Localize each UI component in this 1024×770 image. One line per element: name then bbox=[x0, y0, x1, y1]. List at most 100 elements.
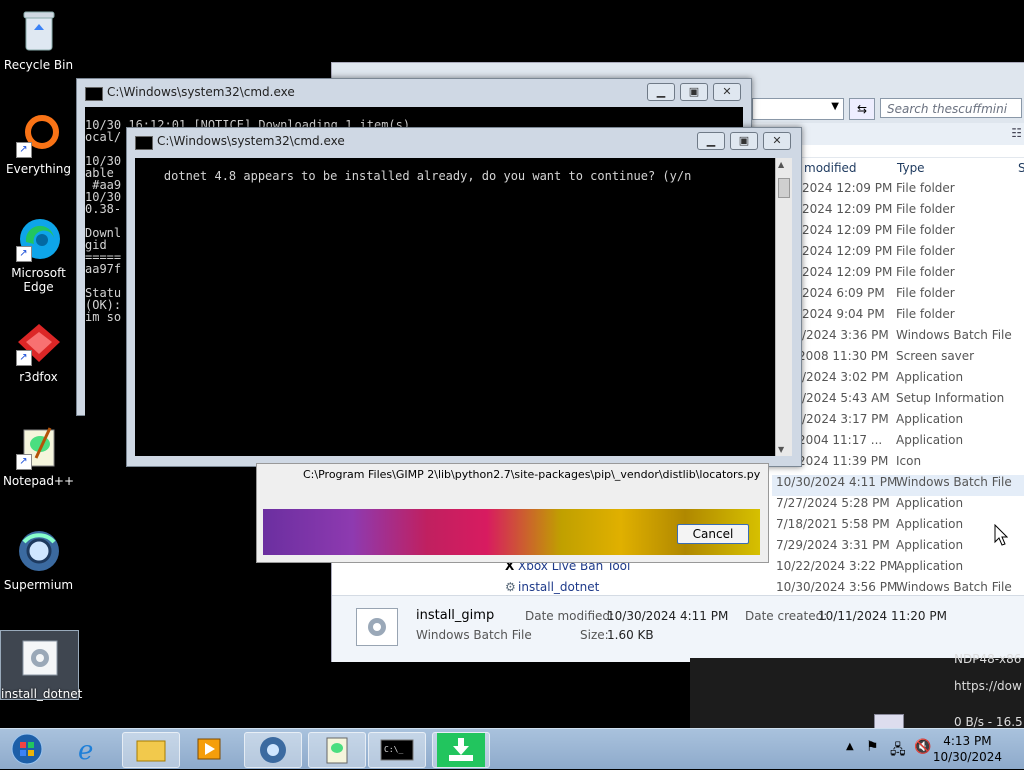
action-center-flag-icon[interactable]: ⚑ bbox=[866, 739, 879, 755]
desktop-icon-everything[interactable]: ↗ Everything bbox=[0, 112, 77, 176]
table-row[interactable]: 2024 12:09 PM File folder bbox=[772, 202, 1024, 223]
table-row[interactable]: 2024 6:09 PM File folder bbox=[772, 286, 1024, 307]
start-button[interactable] bbox=[2, 732, 52, 766]
file-name-install-dotnet[interactable]: install_dotnet bbox=[518, 580, 599, 594]
taskbar-media-player[interactable] bbox=[182, 732, 238, 766]
table-row[interactable]: /2004 11:17 ... Application bbox=[772, 433, 1024, 454]
row-type: Application bbox=[896, 370, 964, 384]
desktop-icon-label: Notepad++ bbox=[2, 474, 75, 488]
scroll-up-arrow-icon[interactable]: ▲ bbox=[778, 160, 784, 169]
desktop-icon-recycle-bin[interactable]: Recycle Bin bbox=[0, 8, 77, 72]
minimize-button[interactable]: ▁ bbox=[697, 132, 725, 150]
table-row[interactable]: 2024 12:09 PM File folder bbox=[772, 265, 1024, 286]
scroll-down-arrow-icon[interactable]: ▼ bbox=[778, 445, 784, 454]
details-modified-label: Date modified: bbox=[525, 609, 615, 623]
install-current-file: C:\Program Files\GIMP 2\lib\python2.7\si… bbox=[303, 468, 761, 481]
row-date-modified: /2024 3:36 PM bbox=[802, 328, 889, 342]
chevron-down-icon[interactable]: ▼ bbox=[831, 101, 839, 112]
desktop-icon-label: Recycle Bin bbox=[3, 58, 74, 72]
notepad-plus-plus-icon bbox=[326, 737, 348, 764]
maximize-button[interactable]: ▣ bbox=[680, 83, 708, 101]
taskbar-file-explorer[interactable] bbox=[122, 732, 180, 768]
gimp-installer-window[interactable]: C:\Program Files\GIMP 2\lib\python2.7\si… bbox=[256, 463, 769, 563]
cmd-window-front[interactable]: C:\Windows\system32\cmd.exe ▁ ▣ ✕ dotnet… bbox=[126, 127, 802, 467]
close-button[interactable]: ✕ bbox=[763, 132, 791, 150]
window-title: C:\Windows\system32\cmd.exe bbox=[107, 85, 295, 99]
table-row[interactable]: 7/27/2024 5:28 PM Application bbox=[772, 496, 1024, 517]
svg-text:e: e bbox=[78, 736, 93, 766]
console-output[interactable]: dotnet 4.8 appears to be installed alrea… bbox=[135, 158, 775, 456]
row-type: Windows Batch File bbox=[896, 580, 1012, 594]
row-type: File folder bbox=[896, 223, 955, 237]
row-date-modified: 2024 6:09 PM bbox=[802, 286, 885, 300]
start-orb-icon bbox=[11, 733, 43, 765]
table-row[interactable]: /2024 11:39 PM Icon bbox=[772, 454, 1024, 475]
row-type: Screen saver bbox=[896, 349, 975, 363]
table-row[interactable]: /2024 5:43 AM Setup Information bbox=[772, 391, 1024, 412]
r3dfox-icon: ↗ bbox=[15, 320, 62, 366]
row-type: Windows Batch File bbox=[896, 328, 1012, 342]
table-row[interactable]: 2024 9:04 PM File folder bbox=[772, 307, 1024, 328]
desktop-icon-r3dfox[interactable]: ↗ r3dfox bbox=[0, 320, 77, 384]
taskbar-installer[interactable] bbox=[432, 732, 490, 768]
column-header-type[interactable]: Type bbox=[897, 161, 925, 175]
details-created-value: 10/11/2024 11:20 PM bbox=[818, 609, 947, 623]
table-row[interactable]: 10/30/2024 4:11 PM Windows Batch File bbox=[772, 475, 1024, 496]
row-type: Application bbox=[896, 496, 964, 510]
system-clock[interactable]: 4:13 PM 10/30/2024 bbox=[933, 733, 1002, 765]
volume-muted-icon[interactable]: 🔇 bbox=[914, 739, 931, 755]
taskbar-supermium[interactable] bbox=[244, 732, 302, 768]
table-row[interactable]: /2008 11:30 PM Screen saver bbox=[772, 349, 1024, 370]
desktop-icon-supermium[interactable]: Supermium bbox=[0, 528, 77, 592]
row-type: File folder bbox=[896, 286, 955, 300]
table-row[interactable]: /2024 3:02 PM Application bbox=[772, 370, 1024, 391]
search-input[interactable]: Search thescuffmini (E:) bbox=[880, 98, 1022, 136]
taskbar-internet-explorer[interactable]: e bbox=[62, 732, 118, 766]
table-row[interactable]: /2024 3:17 PM Application bbox=[772, 412, 1024, 433]
table-row[interactable]: 2024 12:09 PM File folder bbox=[772, 244, 1024, 265]
desktop-icon-install-dotnet[interactable]: install_dotnet bbox=[0, 630, 82, 701]
table-row[interactable]: 7/29/2024 3:31 PM Application bbox=[772, 538, 1024, 559]
taskbar-cmd[interactable]: C:\_ bbox=[368, 732, 426, 768]
table-row[interactable]: 7/18/2021 5:58 PM Application bbox=[772, 517, 1024, 538]
cmd-icon: C:\_ bbox=[380, 739, 414, 761]
table-row[interactable]: 10/22/2024 3:22 PM Application bbox=[772, 559, 1024, 580]
show-hidden-icons-arrow-icon[interactable]: ▲ bbox=[846, 741, 854, 752]
vertical-scrollbar[interactable]: ▲ ▼ bbox=[775, 158, 792, 456]
row-type: Windows Batch File bbox=[896, 475, 1012, 489]
row-date-modified: 2024 12:09 PM bbox=[802, 181, 893, 195]
view-options-icon[interactable]: ☷ bbox=[1011, 126, 1022, 140]
cancel-button[interactable]: Cancel bbox=[677, 524, 749, 544]
column-header-modified[interactable]: modified bbox=[804, 161, 857, 175]
column-header-size[interactable]: Si bbox=[1018, 161, 1024, 175]
desktop-icon-label: Supermium bbox=[3, 578, 74, 592]
minimize-button[interactable]: ▁ bbox=[647, 83, 675, 101]
table-row[interactable]: /2024 3:36 PM Windows Batch File bbox=[772, 328, 1024, 349]
table-row[interactable]: 2024 12:09 PM File folder bbox=[772, 223, 1024, 244]
file-explorer-icon bbox=[136, 740, 166, 762]
shortcut-arrow-icon: ↗ bbox=[15, 246, 32, 262]
details-pane: install_gimp Windows Batch File Date mod… bbox=[332, 595, 1024, 662]
close-button[interactable]: ✕ bbox=[713, 83, 741, 101]
refresh-button[interactable]: ⇆ bbox=[849, 98, 875, 120]
download-file-name: NDP48-x86 bbox=[954, 652, 1022, 666]
address-dropdown[interactable]: ▼ bbox=[752, 98, 844, 120]
scroll-thumb[interactable] bbox=[778, 178, 790, 198]
details-file-kind: Windows Batch File bbox=[416, 628, 532, 642]
download-info-panel: NDP48-x86 https://dow 0 B/s - 16.5 bbox=[690, 652, 1024, 732]
maximize-button[interactable]: ▣ bbox=[730, 132, 758, 150]
row-date-modified: /2024 3:17 PM bbox=[802, 412, 889, 426]
mouse-cursor-icon bbox=[994, 524, 1008, 546]
refresh-icon: ⇆ bbox=[856, 102, 868, 116]
clock-date: 10/30/2024 bbox=[932, 750, 1002, 764]
row-date-modified: 2024 12:09 PM bbox=[802, 223, 893, 237]
desktop-icon-notepadpp[interactable]: ↗ Notepad++ bbox=[0, 424, 77, 488]
desktop-icon-edge[interactable]: ↗ Microsoft Edge bbox=[0, 216, 77, 294]
row-date-modified: 2024 9:04 PM bbox=[802, 307, 885, 321]
row-type: Setup Information bbox=[896, 391, 1005, 405]
desktop-icon-label: Everything bbox=[6, 162, 71, 176]
network-icon[interactable]: 🖧 bbox=[890, 739, 906, 763]
taskbar-notepad-plus-plus[interactable] bbox=[308, 732, 366, 768]
table-row[interactable]: 2024 12:09 PM File folder bbox=[772, 181, 1024, 202]
row-type: Application bbox=[896, 412, 964, 426]
